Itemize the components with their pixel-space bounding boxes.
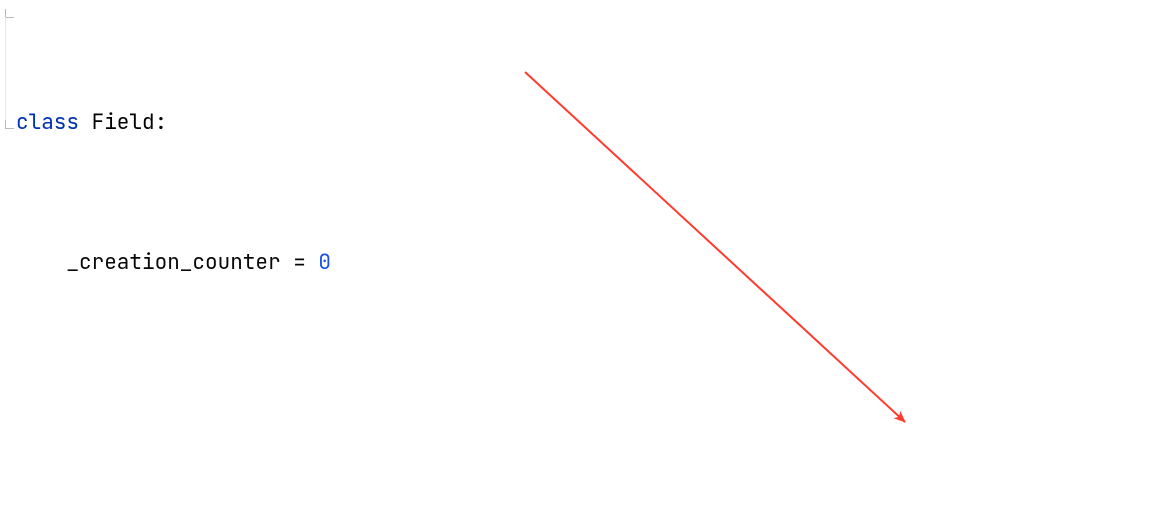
gutter — [0, 0, 14, 530]
fold-marker-icon[interactable] — [5, 120, 14, 129]
code-area[interactable]: class Field: _creation_counter = 0 defau… — [14, 0, 1164, 530]
number-literal: 0 — [318, 249, 331, 276]
code-line[interactable]: default_error_messages = { — [14, 525, 1164, 530]
code-editor[interactable]: class Field: _creation_counter = 0 defau… — [0, 0, 1164, 280]
fold-marker-icon[interactable] — [5, 9, 14, 18]
code-line[interactable] — [14, 385, 1164, 420]
keyword-class: class — [16, 109, 79, 136]
fold-guide-line — [5, 17, 6, 125]
identifier: _creation_counter — [66, 249, 280, 276]
code-line[interactable]: class Field: — [14, 105, 1164, 140]
class-name: Field — [92, 109, 155, 136]
code-line[interactable]: _creation_counter = 0 — [14, 245, 1164, 280]
